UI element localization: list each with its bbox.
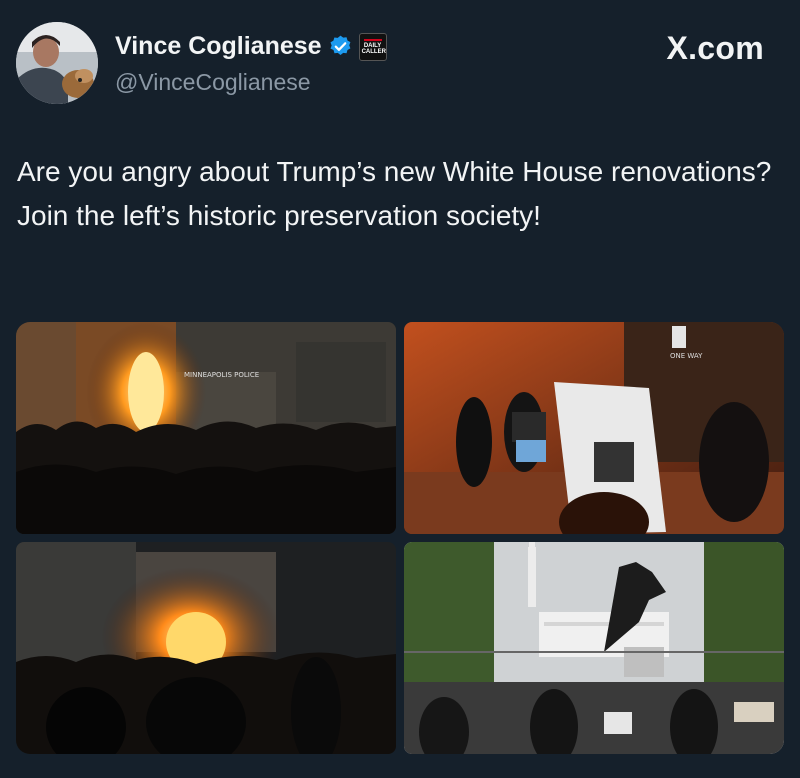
user-handle[interactable]: @VinceCoglianese: [115, 69, 311, 96]
affiliate-badge-text: DAILY CALLER: [361, 42, 386, 55]
photo-riot-police-building[interactable]: MINNEAPOLIS POLICE: [16, 322, 396, 534]
photo-statue-police-line[interactable]: [404, 542, 784, 754]
one-way-sign: ONE WAY: [670, 352, 703, 360]
photo-street-fire[interactable]: [16, 542, 396, 754]
police-sign: MINNEAPOLIS POLICE: [184, 371, 259, 379]
photo-overturned-car[interactable]: ONE WAY: [404, 322, 784, 534]
avatar[interactable]: [16, 22, 98, 104]
tweet-text: Are you angry about Trump’s new White Ho…: [17, 156, 772, 231]
tweet-header: Vince Coglianese DAILY CALLER @VinceCogl…: [16, 22, 784, 106]
display-name[interactable]: Vince Coglianese: [115, 32, 322, 61]
brand-logo: X.com: [666, 30, 764, 66]
affiliate-badge-icon[interactable]: DAILY CALLER: [358, 32, 387, 61]
verified-badge-icon: [328, 34, 353, 59]
photo-grid: MINNEAPOLIS POLICE ONE WAY: [16, 322, 784, 754]
